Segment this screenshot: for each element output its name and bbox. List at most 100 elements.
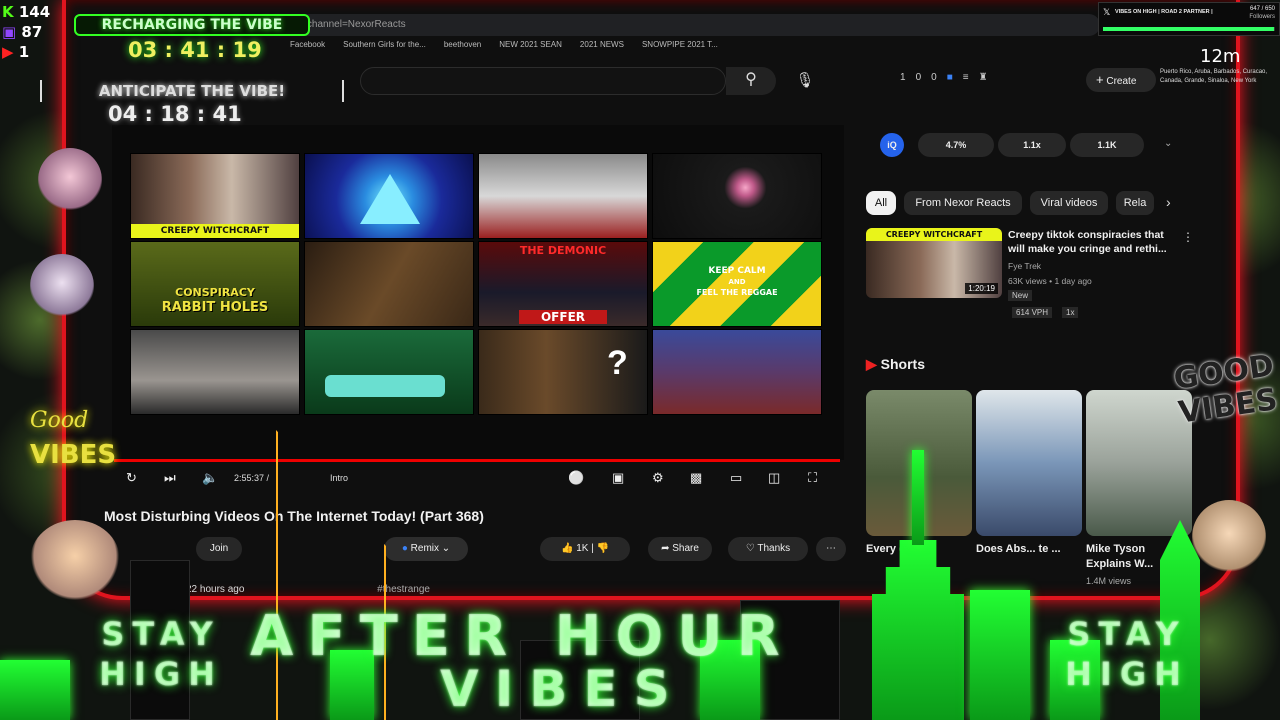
search-button[interactable]: ⚲ bbox=[726, 67, 776, 95]
anticipate-timer-label: ANTICIPATE THE VIBE! bbox=[40, 80, 344, 102]
recharge-timer: 03 : 41 : 19 bbox=[128, 38, 262, 62]
thumbnail-wrestling bbox=[478, 153, 648, 239]
followers-label: Followers bbox=[1249, 14, 1275, 20]
thumbnail-collage: CREEPY WITCHCRAFT CONSPIRACY RABBIT HOLE… bbox=[130, 153, 822, 419]
bell-icon[interactable]: ■ bbox=[947, 72, 953, 83]
thumbnail-scroll bbox=[304, 241, 474, 327]
like-button[interactable]: 👍 1K | 👎 bbox=[540, 537, 630, 561]
stat-pill: 1.1K bbox=[1070, 133, 1144, 157]
create-button[interactable]: + Create bbox=[1086, 68, 1156, 92]
captions-icon[interactable]: ▣ bbox=[612, 470, 624, 486]
building bbox=[0, 660, 70, 720]
thumbs-down-icon: 👎 bbox=[596, 543, 610, 554]
bookmark-item[interactable]: SNOWPIPE 2021 T... bbox=[642, 40, 718, 54]
short-thumbnail[interactable] bbox=[976, 390, 1082, 536]
platform-stats: K 144 ▣ 87 ▶ 1 bbox=[2, 2, 50, 62]
bookmark-item[interactable]: beethoven bbox=[444, 40, 481, 54]
notification-count: 0 bbox=[931, 72, 937, 83]
player-controls: ↻ ⏭ 🔈 2:55:37 / Intro ⚪ ▣ ⚙ ▩ ▭ ◫ ⛶ bbox=[120, 468, 840, 490]
thumbnail-caption: CONSPIRACY bbox=[175, 286, 255, 299]
next-icon[interactable]: ⏭ bbox=[164, 470, 176, 486]
question-icon: ? bbox=[607, 344, 628, 382]
replay-icon[interactable]: ↻ bbox=[126, 470, 137, 486]
chip-viral[interactable]: Viral videos bbox=[1030, 191, 1108, 215]
recharge-timer-label: RECHARGING THE VIBE bbox=[74, 14, 310, 36]
stat-pill: 1.1x bbox=[998, 133, 1066, 157]
chip-related[interactable]: Rela bbox=[1116, 191, 1154, 215]
volume-icon[interactable]: 🔈 bbox=[202, 470, 218, 486]
empire-state-spire bbox=[912, 450, 924, 545]
shorts-header: ▶ Shorts bbox=[866, 356, 926, 372]
duration-badge: 1:20:19 bbox=[965, 283, 998, 294]
thumbnail-faces: ? bbox=[478, 329, 648, 415]
fullscreen-icon[interactable]: ⛶ bbox=[808, 470, 817, 486]
short-title[interactable]: Does Abs... te ... bbox=[976, 542, 1076, 557]
new-badge: New bbox=[1008, 290, 1033, 301]
more-actions-button[interactable]: ⋯ bbox=[816, 537, 846, 561]
microphone-icon: 🎙 bbox=[795, 72, 815, 89]
thanks-icon: ♡ bbox=[745, 543, 755, 554]
search-icon: ⚲ bbox=[745, 71, 757, 88]
bookmark-item[interactable]: Facebook bbox=[290, 40, 325, 54]
recommended-title[interactable]: Creepy tiktok conspiracies that will mak… bbox=[1008, 228, 1172, 256]
recommended-views: 63K views • 1 day ago bbox=[1008, 276, 1092, 286]
theater-icon[interactable]: ▭ bbox=[730, 470, 742, 486]
menu-icon[interactable]: ≡ bbox=[963, 72, 969, 83]
chip-all[interactable]: All bbox=[866, 191, 896, 215]
shorts-icon: ▶ bbox=[866, 356, 877, 372]
vph-badge: 614 VPH bbox=[1012, 307, 1053, 318]
remix-button[interactable]: ● Remix ⌄ bbox=[384, 537, 468, 561]
plus-icon: + bbox=[1096, 72, 1104, 87]
thumbnail-caption: CREEPY WITCHCRAFT bbox=[131, 224, 299, 238]
thumbnail-caption: OFFER bbox=[519, 310, 607, 324]
cast-icon[interactable]: ◫ bbox=[768, 470, 780, 486]
header-counters: 1 0 0 ■ ≡ ♜ bbox=[900, 72, 988, 83]
thumbnail-hooded bbox=[652, 153, 822, 239]
recommended-channel: Fye Trek bbox=[1008, 261, 1042, 271]
thumbnail-caption: RABBIT HOLES bbox=[161, 300, 269, 315]
thumbnail-demonic: THE DEMONIC OFFER bbox=[478, 241, 648, 327]
join-button[interactable]: Join bbox=[196, 537, 242, 561]
thumbnail-reggae: KEEP CALM AND FEEL THE REGGAE bbox=[652, 241, 822, 327]
cat-sticker bbox=[1192, 500, 1266, 574]
thumbnail-creepy: CREEPY WITCHCRAFT bbox=[130, 153, 300, 239]
bookmark-item[interactable]: 2021 NEWS bbox=[580, 40, 624, 54]
chip-from-channel[interactable]: From Nexor Reacts bbox=[904, 191, 1022, 215]
chapter-label[interactable]: Intro bbox=[330, 473, 348, 483]
settings-icon[interactable]: ⚙ bbox=[652, 470, 664, 486]
miniplayer-icon[interactable]: ▩ bbox=[690, 470, 702, 486]
kick-stat: K 144 bbox=[2, 3, 51, 21]
short-views: 1.4M views bbox=[1086, 576, 1132, 586]
trophy-icon[interactable]: ♜ bbox=[979, 72, 988, 83]
vibes-text: VIBES bbox=[30, 440, 117, 470]
bookmark-item[interactable]: Southern Girls for the... bbox=[343, 40, 426, 54]
bookmarks-bar: Facebook Southern Girls for the... beeth… bbox=[290, 40, 1050, 54]
twitch-stat: ▣ 87 bbox=[2, 23, 43, 41]
recommended-thumbnail[interactable]: CREEPY WITCHCRAFT 1:20:19 bbox=[866, 228, 1002, 298]
share-icon: ➦ bbox=[661, 543, 670, 554]
cat-sticker bbox=[30, 254, 94, 318]
followers-count: 647 / 650 bbox=[1249, 6, 1275, 12]
twitch-icon: ▣ bbox=[2, 23, 17, 41]
progress-bar[interactable] bbox=[114, 459, 840, 462]
chevron-down-icon[interactable]: ⌄ bbox=[1164, 138, 1172, 149]
x-logo-icon: 𝕏 bbox=[1103, 7, 1111, 17]
cat-sticker bbox=[38, 148, 102, 212]
search-input[interactable] bbox=[360, 67, 726, 95]
chevron-right-icon[interactable]: › bbox=[1166, 194, 1171, 210]
thanks-button[interactable]: ♡ Thanks bbox=[728, 537, 808, 561]
elapsed-time: 12m bbox=[1200, 46, 1241, 67]
youtube-stat: ▶ 1 bbox=[2, 43, 30, 61]
more-vert-icon[interactable]: ⋮ bbox=[1182, 230, 1194, 244]
good-vibes-text: Good bbox=[30, 408, 89, 433]
notification-count: 0 bbox=[915, 72, 922, 83]
autoplay-toggle-icon[interactable]: ⚪ bbox=[568, 470, 584, 486]
mic-button[interactable]: 🎙 bbox=[790, 67, 820, 95]
address-bar[interactable]: /@channel=NexorReacts bbox=[280, 14, 1100, 36]
iq-badge: iQ bbox=[880, 133, 904, 157]
thumbnail-caption: THE DEMONIC bbox=[519, 244, 607, 257]
short-thumbnail[interactable] bbox=[1086, 390, 1192, 536]
bookmark-item[interactable]: NEW 2021 SEAN bbox=[499, 40, 562, 54]
share-button[interactable]: ➦ Share bbox=[648, 537, 712, 561]
viewer-locations: Puerto Rico, Aruba, Barbados, Curacao, C… bbox=[1160, 69, 1268, 84]
